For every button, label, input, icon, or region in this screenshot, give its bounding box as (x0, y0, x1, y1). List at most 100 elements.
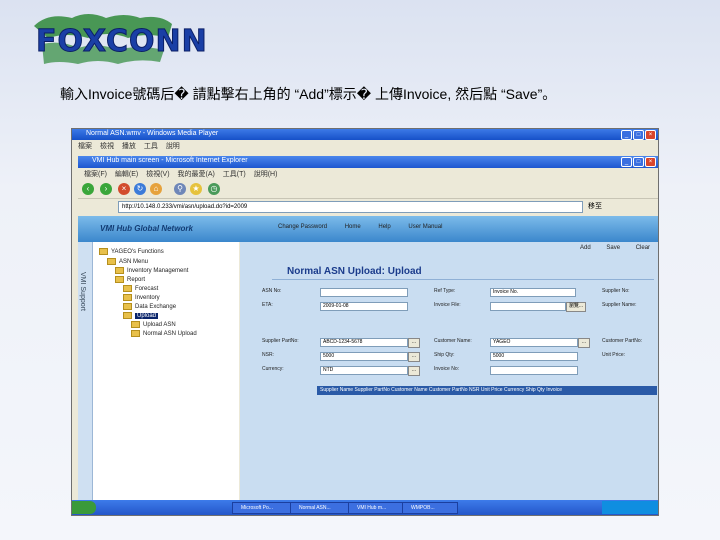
invoice-file-label: Invoice File: (434, 302, 461, 308)
taskbar-item[interactable]: VMI Hub m... (348, 502, 408, 514)
form-title: Normal ASN Upload: Upload (287, 266, 422, 277)
screenshot-window: Normal ASN.wmv - Windows Media Player _ □… (71, 128, 659, 516)
minimize-icon[interactable]: _ (621, 130, 632, 140)
asn-no-input[interactable] (320, 288, 408, 297)
main-panel (240, 242, 658, 512)
ref-type-select[interactable]: Invoice No. (490, 288, 576, 297)
outer-menu-item[interactable]: 工具 (144, 143, 158, 150)
eta-input[interactable]: 2009-01-08 (320, 302, 408, 311)
folder-icon (107, 258, 116, 265)
ship-qty-input[interactable]: 5000 (490, 352, 578, 361)
maximize-icon[interactable]: □ (633, 130, 644, 140)
taskbar: Microsoft Po... Normal ASN... VMI Hub m.… (72, 500, 658, 515)
nsr-label: NSR: (262, 352, 274, 358)
supplier-no-label: Supplier No: (602, 288, 630, 294)
outer-menu-item[interactable]: 檔案 (78, 143, 92, 150)
ref-type-label: Ref Type: (434, 288, 456, 294)
outer-menu-item[interactable]: 播放 (122, 143, 136, 150)
invoice-file-input[interactable] (490, 302, 566, 311)
file-icon (131, 330, 140, 337)
outer-menu-item[interactable]: 檢視 (100, 143, 114, 150)
taskbar-item[interactable]: Microsoft Po... (232, 502, 296, 514)
search-icon[interactable]: ⚲ (174, 183, 186, 195)
system-tray (602, 501, 658, 514)
supplier-partno-input[interactable]: ABCD-1234-5678 (320, 338, 408, 347)
inner-menu-item[interactable]: 說明(H) (254, 171, 278, 178)
invoice-no-input[interactable] (490, 366, 578, 375)
instruction-text: 輸入Invoice號碼后� 請點擊右上角的 “Add”標示� 上傳Invoice… (60, 86, 557, 102)
outer-title-bar: Normal ASN.wmv - Windows Media Player _ □… (72, 129, 658, 140)
browse-button[interactable]: 瀏覽... (566, 302, 586, 312)
go-button[interactable]: 移至 (588, 201, 602, 211)
tree-item[interactable]: Report (115, 276, 145, 283)
start-button[interactable] (72, 501, 96, 514)
customer-name-input[interactable]: YAGEO (490, 338, 578, 347)
folder-icon (99, 248, 108, 255)
lookup-button[interactable]: ... (408, 338, 420, 348)
folder-icon (123, 294, 132, 301)
inner-menu-item[interactable]: 檔案(F) (84, 171, 107, 178)
customer-partno-label: Customer PartNo: (602, 338, 643, 344)
file-icon (131, 321, 140, 328)
close-icon[interactable]: × (645, 157, 656, 167)
asn-no-label: ASN No: (262, 288, 282, 294)
minimize-icon[interactable]: _ (621, 157, 632, 167)
taskbar-item[interactable]: Normal ASN... (290, 502, 354, 514)
title-divider (272, 279, 654, 280)
address-input[interactable]: http://10.148.0.233/vmi/asn/upload.do?id… (118, 201, 583, 213)
inner-window-title: VMI Hub main screen - Microsoft Internet… (92, 157, 248, 164)
lookup-button[interactable]: ... (408, 352, 420, 362)
folder-icon (123, 303, 132, 310)
foxconn-logo: FOXCONN (28, 8, 207, 70)
browser-toolbar: ‹ › × ↻ ⌂ ⚲ ★ ◷ (78, 180, 658, 199)
tree-item[interactable]: Forecast (123, 285, 158, 292)
currency-input[interactable]: NTD (320, 366, 408, 375)
eta-label: ETA: (262, 302, 273, 308)
grid-header: Supplier Name Supplier PartNo Customer N… (317, 386, 657, 395)
outer-menu-item[interactable]: 說明 (166, 143, 180, 150)
back-icon[interactable]: ‹ (82, 183, 94, 195)
nsr-input[interactable]: 5000 (320, 352, 408, 361)
save-link[interactable]: Save (606, 245, 620, 251)
nav-help[interactable]: Help (378, 224, 390, 230)
tree-item[interactable]: YAGEO's Functions (99, 248, 164, 255)
add-link[interactable]: Add (580, 245, 591, 251)
tree-item[interactable]: Upload ASN (131, 321, 176, 328)
taskbar-item[interactable]: WMPOB... (402, 502, 458, 514)
nav-user-manual[interactable]: User Manual (408, 224, 442, 230)
clear-link[interactable]: Clear (636, 245, 650, 251)
supplier-partno-label: Supplier PartNo: (262, 338, 299, 344)
maximize-icon[interactable]: □ (633, 157, 644, 167)
tree-item[interactable]: Data Exchange (123, 303, 176, 310)
app-logo: VMI Hub Global Network (100, 224, 193, 233)
lookup-button[interactable]: ... (408, 366, 420, 376)
app-nav: Change Password Home Help User Manual (278, 224, 458, 230)
top-links: Add Save Clear (566, 245, 650, 251)
forward-icon[interactable]: › (100, 183, 112, 195)
history-icon[interactable]: ◷ (208, 183, 220, 195)
inner-menu-item[interactable]: 檢視(V) (146, 171, 169, 178)
stop-icon[interactable]: × (118, 183, 130, 195)
inner-title-bar: VMI Hub main screen - Microsoft Internet… (78, 156, 658, 168)
lookup-button[interactable]: ... (578, 338, 590, 348)
nav-home[interactable]: Home (345, 224, 361, 230)
tree-item[interactable]: Inventory Management (115, 267, 188, 274)
refresh-icon[interactable]: ↻ (134, 183, 146, 195)
ship-qty-label: Ship Qty: (434, 352, 455, 358)
side-tab[interactable]: VMI Support (78, 242, 93, 512)
inner-menu-item[interactable]: 我的最愛(A) (178, 171, 215, 178)
tree-item[interactable]: Inventory (123, 294, 160, 301)
invoice-no-label: Invoice No: (434, 366, 460, 372)
inner-menu-item[interactable]: 編輯(E) (115, 171, 138, 178)
tree-item[interactable]: Normal ASN Upload (131, 330, 197, 337)
close-icon[interactable]: × (645, 130, 656, 140)
tree-item-selected[interactable]: Upload (123, 312, 159, 320)
outer-menu-bar: 檔案 檢視 播放 工具 說明 (72, 141, 658, 152)
inner-menu-item[interactable]: 工具(T) (223, 171, 246, 178)
tree-item[interactable]: ASN Menu (107, 258, 148, 265)
favorites-icon[interactable]: ★ (190, 183, 202, 195)
nav-change-password[interactable]: Change Password (278, 224, 327, 230)
home-icon[interactable]: ⌂ (150, 183, 162, 195)
currency-label: Currency: (262, 366, 284, 372)
app-header: VMI Hub Global Network Change Password H… (78, 216, 658, 242)
